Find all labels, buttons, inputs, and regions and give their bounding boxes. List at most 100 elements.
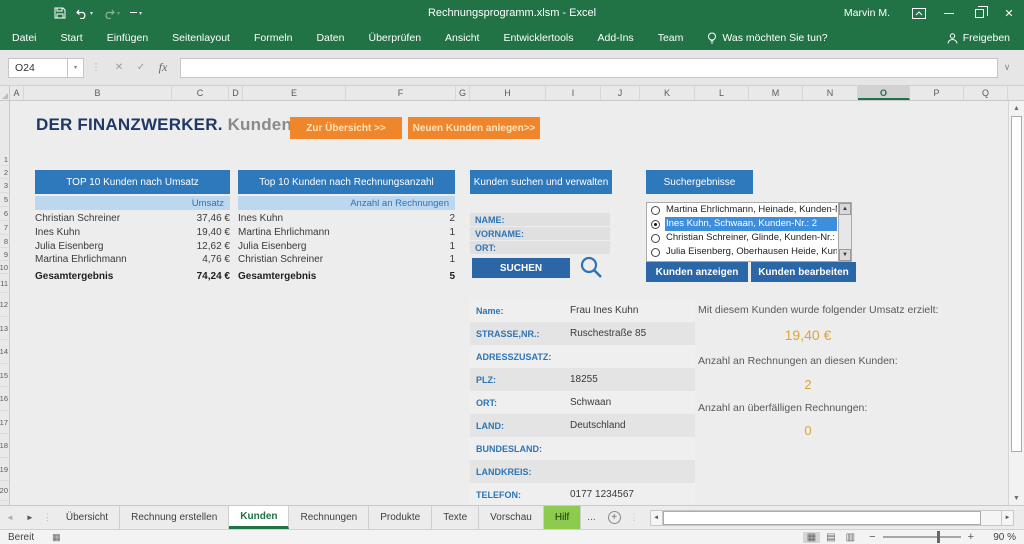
ribbon-tab-ueberpruefen[interactable]: Überprüfen — [357, 26, 434, 50]
col-header-n[interactable]: N — [803, 86, 858, 100]
undo-dropdown-icon[interactable]: ▾ — [90, 10, 93, 17]
redo-dropdown-icon[interactable]: ▾ — [117, 10, 120, 17]
scroll-down-icon[interactable]: ▼ — [839, 249, 851, 261]
search-icon[interactable] — [578, 254, 604, 280]
search-button[interactable]: SUCHEN — [472, 258, 570, 278]
overview-button[interactable]: Zur Übersicht >> — [290, 117, 402, 139]
row-header[interactable]: 9 — [0, 248, 9, 261]
normal-view-icon[interactable]: ▦ — [803, 532, 820, 543]
horizontal-scrollbar-thumb[interactable] — [663, 511, 981, 525]
vertical-scrollbar[interactable]: ▲ ▼ — [1008, 101, 1024, 505]
ribbon-tab-addins[interactable]: Add-Ins — [586, 26, 646, 50]
zoom-slider[interactable] — [883, 536, 961, 538]
ribbon-tab-datei[interactable]: Datei — [0, 26, 49, 50]
select-all-corner[interactable] — [0, 86, 10, 100]
col-header-c[interactable]: C — [172, 86, 229, 100]
worksheet[interactable]: 1 2 3 5 6 7 8 9 10 11 12 13 14 15 16 17 … — [0, 101, 1024, 505]
redo-button[interactable]: ▾ — [103, 8, 120, 19]
row-header[interactable]: 14 — [0, 340, 9, 364]
col-header-a[interactable]: A — [10, 86, 24, 100]
scroll-up-icon[interactable]: ▲ — [1009, 101, 1024, 115]
expand-formula-bar-icon[interactable]: ∨ — [998, 62, 1016, 73]
row-header[interactable]: 8 — [0, 235, 9, 248]
row-header[interactable]: 3 — [0, 179, 9, 193]
horizontal-scrollbar-track[interactable] — [663, 510, 1001, 526]
col-header-m[interactable]: M — [749, 86, 803, 100]
row-header[interactable]: 10 — [0, 261, 9, 274]
row-header[interactable]: 13 — [0, 317, 9, 340]
tell-me-box[interactable]: Was möchten Sie tun? — [695, 32, 839, 45]
radio-selected-icon[interactable] — [651, 220, 660, 229]
row-header[interactable]: 20 — [0, 481, 9, 501]
col-header-d[interactable]: D — [229, 86, 243, 100]
result-option[interactable]: Martina Ehrlichmann, Heinade, Kunden-Nr.… — [647, 203, 837, 217]
horizontal-scrollbar[interactable]: ◄ ► — [650, 509, 1014, 526]
ribbon-tab-entwicklertools[interactable]: Entwicklertools — [491, 26, 585, 50]
ribbon-display-options-button[interactable] — [904, 0, 934, 26]
share-button[interactable]: Freigeben — [947, 32, 1024, 44]
close-button[interactable]: ✕ — [994, 0, 1024, 26]
edit-customer-button[interactable]: Kunden bearbeiten — [751, 262, 856, 282]
ribbon-tab-team[interactable]: Team — [646, 26, 696, 50]
results-listbox[interactable]: Martina Ehrlichmann, Heinade, Kunden-Nr.… — [646, 202, 852, 262]
scroll-down-icon[interactable]: ▼ — [1009, 491, 1024, 505]
restore-button[interactable] — [964, 0, 994, 26]
insert-function-icon[interactable]: fx — [152, 60, 174, 75]
formula-enter-icon[interactable]: ✓ — [130, 62, 152, 73]
row-header[interactable]: 2 — [0, 166, 9, 179]
zoom-in-icon[interactable]: + — [968, 531, 974, 543]
col-header-o-selected[interactable]: O — [858, 86, 910, 100]
col-header-j[interactable]: J — [601, 86, 640, 100]
show-customer-button[interactable]: Kunden anzeigen — [646, 262, 748, 282]
next-sheet-icon[interactable]: ► — [26, 513, 34, 522]
row-header[interactable]: 7 — [0, 221, 9, 235]
row-header[interactable]: 11 — [0, 274, 9, 293]
page-layout-view-icon[interactable]: ▤ — [822, 532, 839, 543]
col-header-k[interactable]: K — [640, 86, 695, 100]
radio-icon[interactable] — [651, 248, 660, 257]
row-header[interactable]: 1 — [0, 154, 9, 166]
result-option[interactable]: Christian Schreiner, Glinde, Kunden-Nr.:… — [647, 231, 837, 245]
search-vorname-field[interactable]: VORNAME: — [470, 227, 610, 240]
row-header[interactable]: 16 — [0, 387, 9, 411]
search-ort-field[interactable]: ORT: — [470, 241, 610, 254]
row-header[interactable]: 6 — [0, 207, 9, 221]
scroll-left-icon[interactable]: ◄ — [650, 510, 663, 526]
prev-sheet-icon[interactable]: ◄ — [6, 513, 14, 522]
ribbon-tab-start[interactable]: Start — [49, 26, 95, 50]
col-header-i[interactable]: I — [546, 86, 601, 100]
col-header-e[interactable]: E — [243, 86, 346, 100]
results-scrollbar[interactable]: ▲ ▼ — [838, 203, 851, 261]
page-break-view-icon[interactable]: ▥ — [842, 532, 859, 543]
sheet-tab-rechnungen[interactable]: Rechnungen — [289, 506, 369, 529]
sheet-tab-kunden-active[interactable]: Kunden — [229, 506, 289, 529]
account-name[interactable]: Marvin M. — [844, 7, 890, 19]
radio-icon[interactable] — [651, 234, 660, 243]
new-customer-button[interactable]: Neuen Kunden anlegen>> — [408, 117, 540, 139]
col-header-h[interactable]: H — [470, 86, 546, 100]
customize-qat-button[interactable]: ▾ — [130, 10, 142, 17]
col-header-f[interactable]: F — [346, 86, 456, 100]
zoom-level[interactable]: 90 % — [984, 532, 1016, 543]
sheet-tab-texte[interactable]: Texte — [432, 506, 479, 529]
name-box[interactable]: O24 — [8, 58, 68, 78]
ribbon-tab-ansicht[interactable]: Ansicht — [433, 26, 491, 50]
row-header[interactable]: 12 — [0, 293, 9, 317]
col-header-p[interactable]: P — [910, 86, 964, 100]
formula-cancel-icon[interactable]: ✕ — [108, 62, 130, 73]
minimize-button[interactable] — [934, 0, 964, 26]
row-header[interactable]: 17 — [0, 411, 9, 434]
zoom-out-icon[interactable]: − — [869, 531, 875, 543]
col-header-g[interactable]: G — [456, 86, 470, 100]
scroll-up-icon[interactable]: ▲ — [839, 203, 851, 215]
name-box-dropdown-icon[interactable]: ▾ — [68, 58, 84, 78]
zoom-slider-thumb[interactable] — [937, 531, 940, 543]
sheet-tab-produkte[interactable]: Produkte — [369, 506, 432, 529]
ribbon-tab-formeln[interactable]: Formeln — [242, 26, 305, 50]
sheet-tab-vorschau[interactable]: Vorschau — [479, 506, 544, 529]
row-header[interactable]: 18 — [0, 434, 9, 458]
sheet-tab-uebersicht[interactable]: Übersicht — [55, 506, 120, 529]
col-header-b[interactable]: B — [24, 86, 172, 100]
search-name-field[interactable]: NAME: — [470, 213, 610, 226]
result-option-selected[interactable]: Ines Kuhn, Schwaan, Kunden-Nr.: 2 — [647, 217, 837, 231]
